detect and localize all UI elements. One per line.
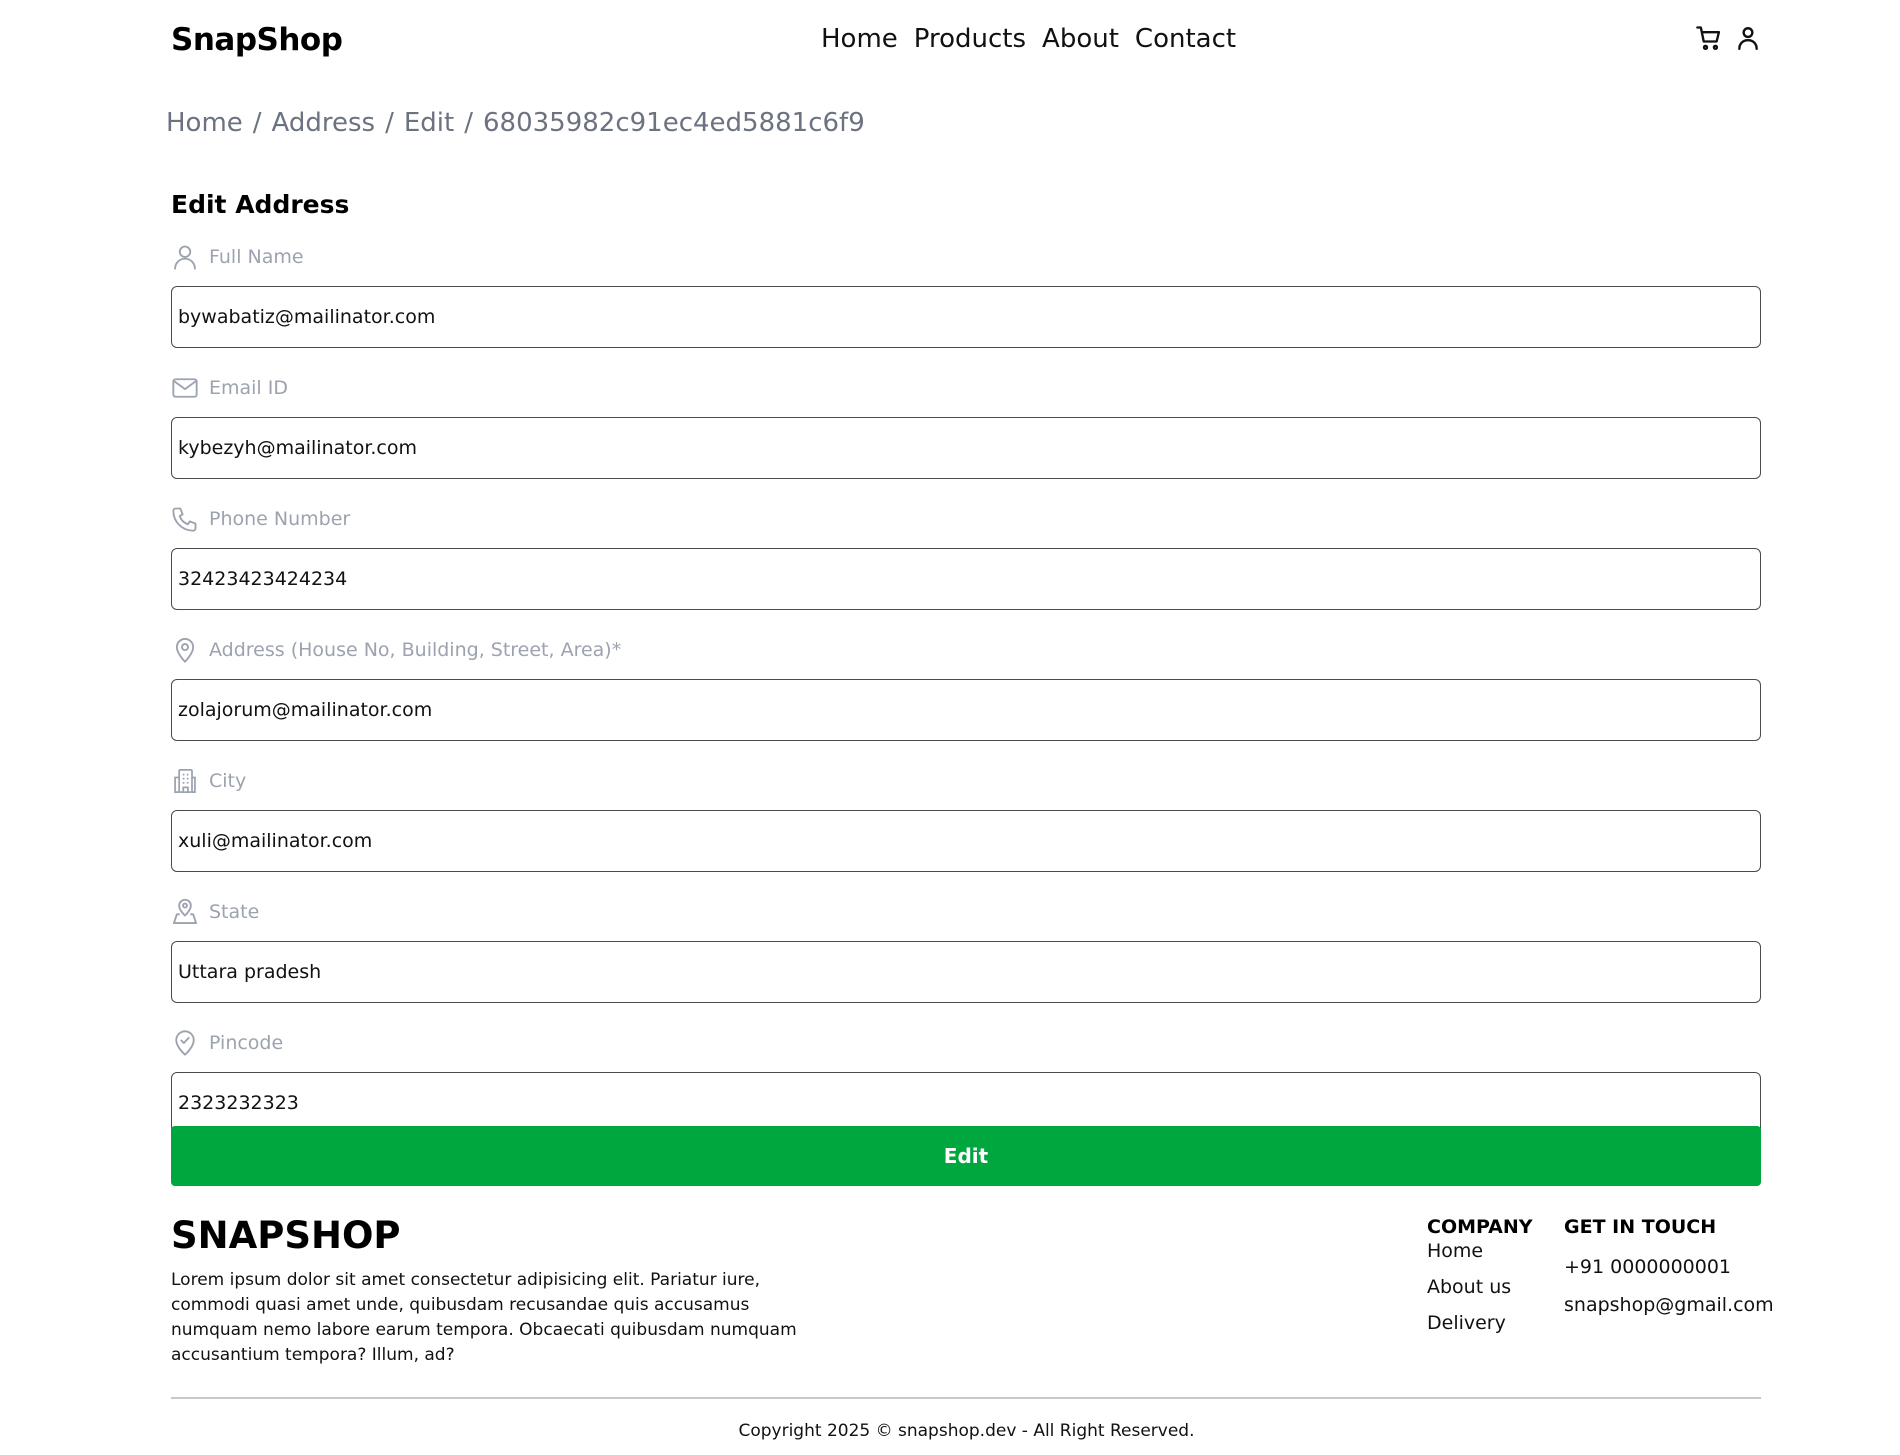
breadcrumb-home[interactable]: Home <box>166 108 243 138</box>
email-label: Email ID <box>209 377 288 399</box>
footer-brand: SNAPSHOP <box>171 1214 401 1257</box>
footer-contact-heading: GET IN TOUCH <box>1564 1216 1717 1238</box>
nav-about[interactable]: About <box>1042 24 1119 54</box>
city-label-row: City <box>171 760 1761 802</box>
address-label-row: Address (House No, Building, Street, Are… <box>171 629 1761 671</box>
full-name-label: Full Name <box>209 246 304 268</box>
email-label-row: Email ID <box>171 367 1761 409</box>
pincode-label: Pincode <box>209 1032 284 1054</box>
cart-icon[interactable] <box>1695 24 1723 52</box>
breadcrumb-separator: / <box>385 108 394 138</box>
header-icons <box>1695 24 1761 52</box>
site-header: SnapShop Home Products About Contact <box>171 18 1761 66</box>
footer-link-home[interactable]: Home <box>1427 1240 1533 1262</box>
phone-icon <box>172 507 197 532</box>
logo[interactable]: SnapShop <box>171 22 343 58</box>
user-icon <box>174 245 196 270</box>
state-label: State <box>209 901 260 923</box>
footer-link-about[interactable]: About us <box>1427 1276 1533 1298</box>
footer-company-heading: COMPANY <box>1427 1216 1533 1238</box>
breadcrumb-edit[interactable]: Edit <box>404 108 454 138</box>
full-name-label-row: Full Name <box>171 236 1761 278</box>
pincode-label-row: Pincode <box>171 1022 1761 1064</box>
edit-address-form: Full Name Email ID Phone Number Address … <box>171 236 1761 1153</box>
nav-contact[interactable]: Contact <box>1135 24 1236 54</box>
city-label: City <box>209 770 247 792</box>
building-icon <box>174 769 196 793</box>
user-icon[interactable] <box>1735 24 1761 52</box>
nav-products[interactable]: Products <box>914 24 1026 54</box>
footer-company-column: COMPANY Home About us Delivery <box>1427 1216 1533 1356</box>
footer-contact-column: GET IN TOUCH +91 0000000001 snapshop@gma… <box>1564 1216 1774 1332</box>
pincode-input[interactable] <box>171 1072 1761 1134</box>
edit-button[interactable]: Edit <box>171 1126 1761 1186</box>
footer-divider <box>171 1397 1761 1399</box>
address-input[interactable] <box>171 679 1761 741</box>
phone-label: Phone Number <box>209 508 351 530</box>
breadcrumb-separator: / <box>252 108 262 138</box>
breadcrumb: Home / Address / Edit / 68035982c91ec4ed… <box>166 108 865 138</box>
footer-description: Lorem ipsum dolor sit amet consectetur a… <box>171 1270 797 1365</box>
state-input[interactable] <box>171 941 1761 1003</box>
address-label: Address (House No, Building, Street, Are… <box>209 639 622 661</box>
breadcrumb-current-id: 68035982c91ec4ed5881c6f9 <box>482 108 865 138</box>
main-nav: Home Products About Contact <box>821 24 1236 54</box>
map-pin-icon <box>175 638 195 663</box>
full-name-input[interactable] <box>171 286 1761 348</box>
pin-check-icon <box>175 1030 195 1056</box>
footer-email: snapshop@gmail.com <box>1564 1294 1774 1316</box>
mail-icon <box>172 378 198 398</box>
city-input[interactable] <box>171 810 1761 872</box>
phone-input[interactable] <box>171 548 1761 610</box>
nav-home[interactable]: Home <box>821 24 898 54</box>
page-title: Edit Address <box>171 190 350 219</box>
copyright-text: Copyright 2025 © snapshop.dev - All Righ… <box>738 1421 1195 1441</box>
state-label-row: State <box>171 891 1761 933</box>
email-input[interactable] <box>171 417 1761 479</box>
user-location-icon <box>172 898 198 925</box>
footer-phone: +91 0000000001 <box>1564 1256 1732 1278</box>
breadcrumb-address[interactable]: Address <box>272 108 376 138</box>
phone-label-row: Phone Number <box>171 498 1761 540</box>
breadcrumb-separator: / <box>464 108 473 138</box>
footer-link-delivery[interactable]: Delivery <box>1427 1312 1533 1334</box>
